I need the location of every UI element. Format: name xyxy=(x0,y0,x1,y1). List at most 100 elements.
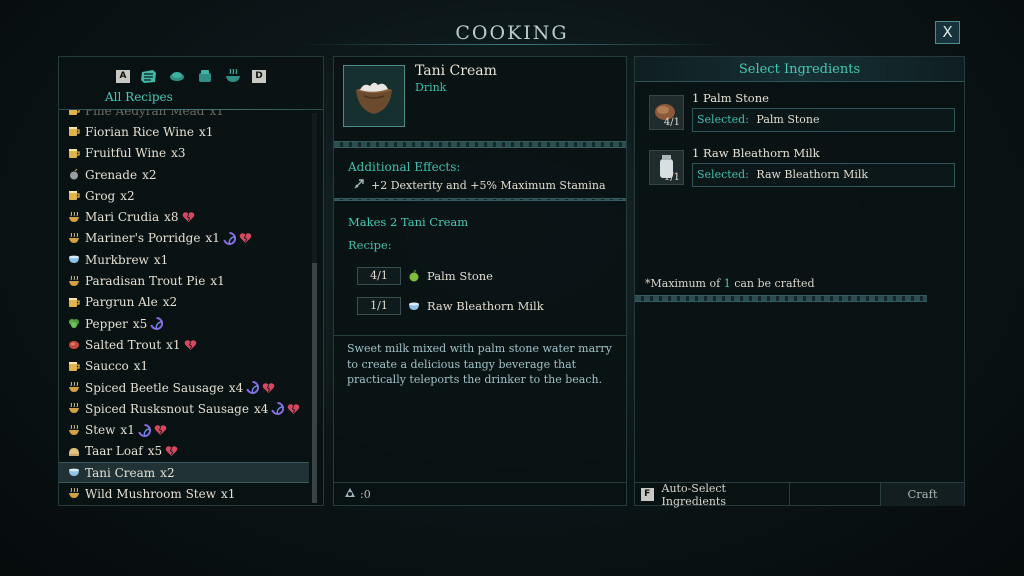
recipe-name: Spiced Beetle Sausage xyxy=(85,380,224,395)
bowl-icon xyxy=(68,381,80,393)
palm-stone-selector[interactable]: Selected: Palm Stone xyxy=(692,108,955,132)
recipe-name: Stew xyxy=(85,423,116,438)
recipe-name: Pargrun Ale xyxy=(85,295,158,310)
auto-select-button[interactable]: F Auto-Select Ingredients xyxy=(635,481,790,508)
max-suffix: can be crafted xyxy=(734,277,815,290)
mug-icon xyxy=(68,110,80,116)
recipe-qty: x4 xyxy=(253,401,269,416)
selected-label: Selected: xyxy=(697,168,749,181)
palm-stone-thumb[interactable]: 4/1 xyxy=(649,95,684,130)
item-type: Drink xyxy=(415,81,447,94)
requirement-name: Raw Bleathorn Milk xyxy=(427,299,544,313)
recipe-item[interactable]: Tani Cream x2 xyxy=(59,462,309,484)
scrollbar-thumb[interactable] xyxy=(312,263,317,503)
recipe-qty: x3 xyxy=(171,146,186,161)
requirement-ratio: 1/1 xyxy=(357,297,401,315)
recipe-qty: x5 xyxy=(147,444,163,459)
selected-value: Palm Stone xyxy=(756,113,820,126)
ingredient-count: 4/1 xyxy=(663,117,680,128)
recipe-item[interactable]: Pargrun Ale x2 xyxy=(59,292,309,313)
recipe-qty: x1 xyxy=(153,252,169,267)
mug-icon xyxy=(68,361,80,372)
recipe-item[interactable]: Spiced Rusksnout Sausage x4 xyxy=(59,398,309,419)
palm-stone-icon xyxy=(408,269,420,282)
recipe-item[interactable]: Stew x1 xyxy=(59,419,309,440)
select-ingredients-header: Select Ingredients xyxy=(635,57,964,82)
milk-selector[interactable]: Selected: Raw Bleathorn Milk xyxy=(692,163,955,187)
recipe-item[interactable]: Saucco x1 xyxy=(59,356,309,377)
recipe-name: Grenade xyxy=(85,167,138,182)
recipe-list[interactable]: Pine Aedyrah Mead x1 Fiorian Rice Wine x1 Fr… xyxy=(59,110,323,505)
bowl-icon xyxy=(68,402,80,414)
recipe-item[interactable]: Paradisan Trout Pie x1 xyxy=(59,270,309,291)
effect-row: +2 Dexterity and +5% Maximum Stamina xyxy=(353,178,606,193)
scroll-icon[interactable] xyxy=(140,68,158,84)
additional-effects-label: Additional Effects: xyxy=(348,160,461,174)
ingredients-footer: F Auto-Select Ingredients Craft xyxy=(635,481,964,508)
recipe-item[interactable]: Grenade x2 xyxy=(59,164,309,185)
recipe-qty: x2 xyxy=(142,167,157,182)
recipe-item[interactable]: Grog x2 xyxy=(59,185,309,206)
heart-icon xyxy=(262,382,275,394)
recipe-name: Grog xyxy=(85,188,116,203)
recipe-qty: x1 xyxy=(198,124,214,139)
recipe-item[interactable]: Pine Aedyrah Mead x1 xyxy=(59,110,309,121)
recipe-item[interactable]: Salted Trout x1 xyxy=(59,334,309,355)
recipe-name: Paradisan Trout Pie xyxy=(85,274,206,289)
recipe-name: Taar Loaf xyxy=(85,444,143,459)
detail-footer: :0 xyxy=(334,482,626,505)
recipe-qty: x4 xyxy=(228,380,244,395)
close-button[interactable]: X xyxy=(935,21,960,44)
recipe-item[interactable]: Fruitful Wine x3 xyxy=(59,143,309,164)
pot-icon[interactable] xyxy=(196,68,214,84)
bowl-icon xyxy=(68,424,80,436)
recipe-qty: x2 xyxy=(162,295,178,310)
recipe-item[interactable]: Mari Crudia x8 xyxy=(59,206,309,227)
auto-select-label: Auto-Select Ingredients xyxy=(661,481,726,508)
ration-icon[interactable] xyxy=(168,68,186,84)
dexterity-icon xyxy=(353,178,365,193)
bowl-icon xyxy=(68,275,80,287)
makes-text: Makes 2 Tani Cream xyxy=(348,215,469,229)
recipe-name: Tani Cream xyxy=(85,465,156,480)
recipe-item[interactable]: Mariner's Porridge x1 xyxy=(59,228,309,249)
recipe-name: Pepper xyxy=(85,316,128,331)
recipe-item[interactable]: Fiorian Rice Wine x1 xyxy=(59,121,309,142)
ornament-divider xyxy=(635,295,927,302)
stamina-icon xyxy=(246,381,260,394)
tani-cream-image xyxy=(343,65,405,127)
heart-icon xyxy=(182,211,195,223)
mug-icon xyxy=(68,126,80,137)
prev-category-key[interactable]: A xyxy=(116,69,130,83)
recipe-name: Wild Mushroom Stew xyxy=(85,486,216,501)
crafting-skill-icon xyxy=(343,486,357,502)
ingredient-count: 1/1 xyxy=(663,172,680,183)
bread-icon xyxy=(68,446,80,457)
recipe-qty: x8 xyxy=(164,210,179,225)
ornament-divider xyxy=(334,141,626,148)
heart-icon xyxy=(154,424,167,436)
milk-thumb[interactable]: 1/1 xyxy=(649,150,684,185)
recipe-item[interactable]: Taar Loaf x5 xyxy=(59,441,309,462)
recipe-item[interactable]: Murkbrew x1 xyxy=(59,249,309,270)
requirement-raw-bleathorn-milk: 1/1 Raw Bleathorn Milk xyxy=(357,297,544,315)
bowl-icon xyxy=(68,232,80,244)
stamina-icon xyxy=(138,423,151,437)
category-label: All Recipes xyxy=(105,90,173,104)
ingredient-title: 1 Palm Stone xyxy=(692,91,769,105)
recipe-name: Mariner's Porridge xyxy=(85,231,201,246)
stew-bowl-icon[interactable] xyxy=(224,68,242,84)
auto-select-key: F xyxy=(641,488,654,501)
window-title: COOKING xyxy=(455,22,569,44)
recipe-scrollbar[interactable] xyxy=(312,113,317,503)
stamina-icon xyxy=(271,402,285,416)
mug-icon xyxy=(68,297,80,308)
next-category-key[interactable]: D xyxy=(252,69,266,83)
heart-icon xyxy=(239,232,252,244)
craft-button[interactable]: Craft xyxy=(880,483,964,506)
recipe-item[interactable]: Wild Mushroom Stew x1 xyxy=(59,483,309,504)
recipe-qty: x2 xyxy=(160,465,175,480)
recipe-item[interactable]: Spiced Beetle Sausage x4 xyxy=(59,377,309,398)
recipe-item[interactable]: Pepper x5 xyxy=(59,313,309,334)
recipe-name: Mari Crudia xyxy=(85,210,160,225)
